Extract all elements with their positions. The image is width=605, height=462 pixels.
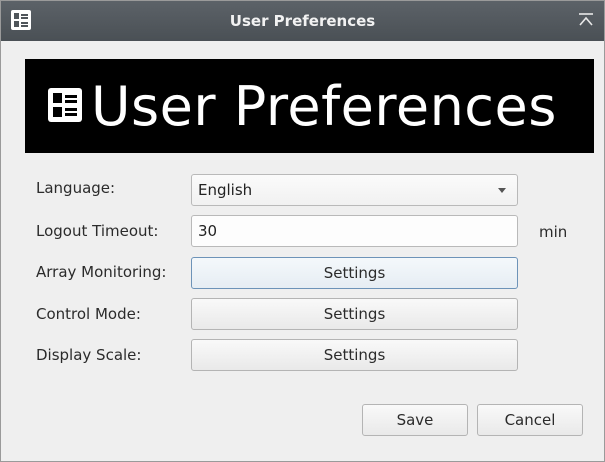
window-title: User Preferences	[229, 12, 376, 30]
logout-timeout-label: Logout Timeout:	[36, 222, 159, 240]
array-monitoring-label: Array Monitoring:	[36, 263, 167, 281]
chevron-down-icon	[498, 188, 506, 193]
cancel-button[interactable]: Cancel	[477, 404, 583, 436]
control-mode-settings-button[interactable]: Settings	[191, 298, 518, 330]
preferences-window: User Preferences User Preferences Langua…	[0, 0, 605, 462]
display-scale-label: Display Scale:	[36, 346, 142, 364]
language-selected-value: English	[198, 181, 253, 199]
logout-timeout-unit: min	[539, 223, 568, 241]
display-scale-settings-button[interactable]: Settings	[191, 339, 518, 371]
collapse-up-icon[interactable]	[576, 10, 596, 30]
control-mode-label: Control Mode:	[36, 305, 141, 323]
language-select[interactable]: English	[191, 174, 518, 206]
banner-title: User Preferences	[91, 75, 557, 138]
save-button[interactable]: Save	[362, 404, 468, 436]
logout-timeout-input[interactable]: 30	[191, 215, 518, 247]
title-bar[interactable]: User Preferences	[1, 1, 604, 41]
preferences-list-icon	[48, 88, 82, 122]
banner: User Preferences	[25, 59, 594, 153]
logout-timeout-value: 30	[198, 222, 218, 240]
array-monitoring-settings-button[interactable]: Settings	[191, 257, 518, 289]
language-label: Language:	[36, 179, 116, 197]
